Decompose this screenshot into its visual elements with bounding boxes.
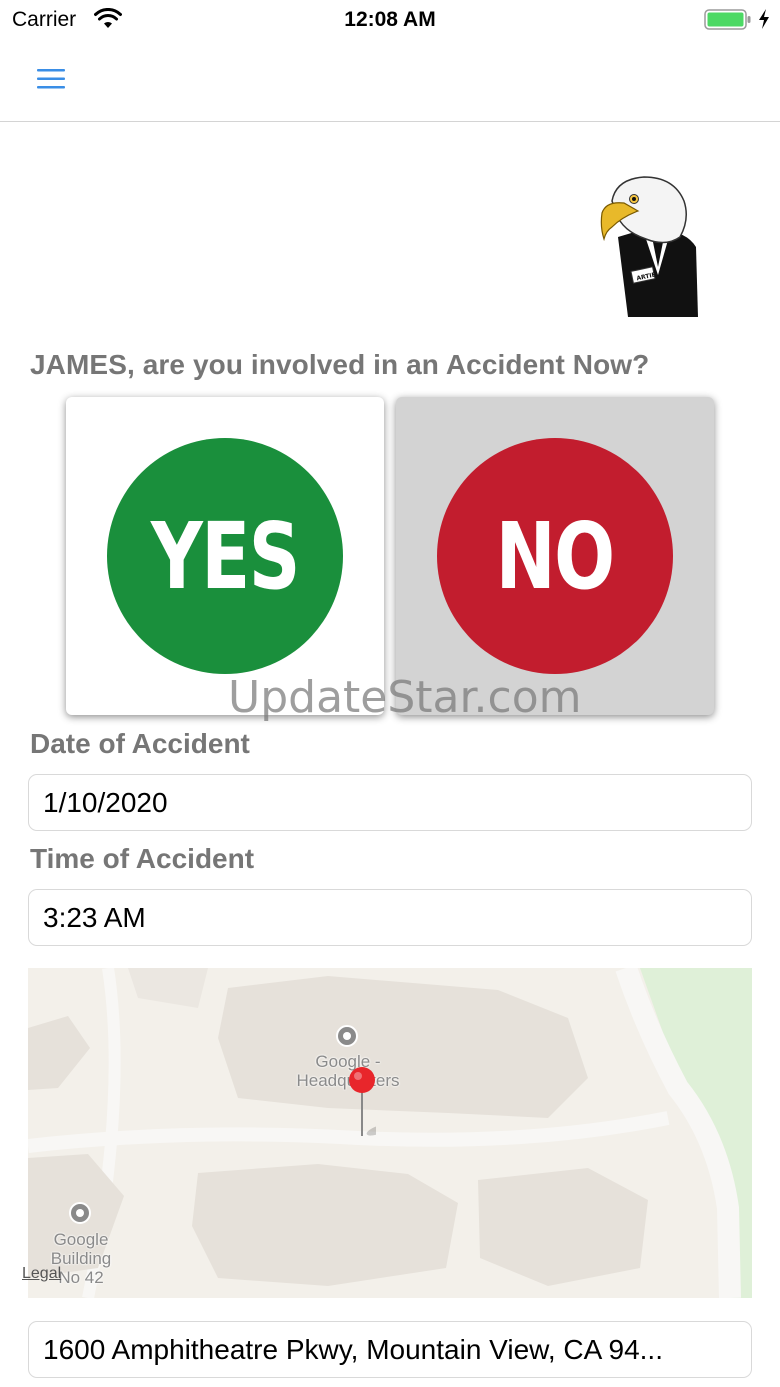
map-legal-link[interactable]: Legal [22,1265,61,1283]
hamburger-menu-icon[interactable] [36,66,66,92]
battery-icon [704,9,751,30]
poi-icon [69,1202,91,1224]
status-bar: Carrier 12:08 AM [0,0,780,40]
yes-circle: YES [107,438,343,674]
date-label: Date of Accident [30,728,250,759]
no-circle: NO [437,438,673,674]
poi-icon [336,1025,358,1047]
no-button[interactable]: NO [396,397,714,715]
eagle-mascot-icon: ARTIE [600,176,698,317]
nav-bar [0,40,780,122]
status-time: 12:08 AM [344,8,436,31]
address-field[interactable]: 1600 Amphitheatre Pkwy, Mountain View, C… [28,1321,752,1378]
no-label: NO [496,502,616,610]
time-label: Time of Accident [30,843,255,874]
date-field[interactable]: 1/10/2020 [28,774,752,831]
time-field[interactable]: 3:23 AM [28,889,752,946]
watermark: UpdateStar.com [228,672,582,723]
accident-question: JAMES, are you involved in an Accident N… [30,349,650,380]
yes-button[interactable]: YES [66,397,384,715]
map-pin-icon[interactable] [348,1066,376,1140]
yes-label: YES [150,502,301,610]
charging-icon [759,9,769,29]
